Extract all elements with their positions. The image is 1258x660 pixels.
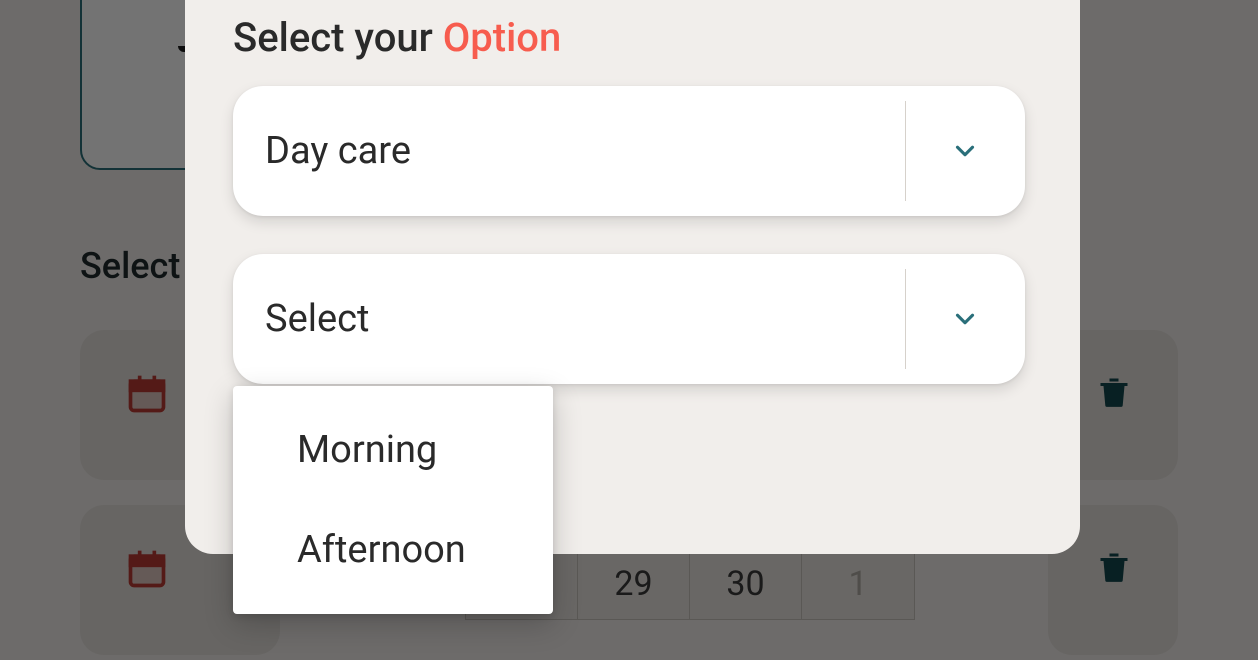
heading-accent: Option [443, 14, 562, 61]
modal-heading: Select your Option [233, 14, 561, 61]
chevron-down-icon [905, 254, 1025, 384]
dropdown-option-morning[interactable]: Morning [233, 400, 553, 500]
time-select-value: Select [233, 297, 905, 341]
option-modal: Select your Option Day care Select Morni… [185, 0, 1080, 554]
dropdown-option-afternoon[interactable]: Afternoon [233, 500, 553, 600]
service-select-value: Day care [233, 129, 905, 173]
service-select[interactable]: Day care [233, 86, 1025, 216]
heading-prefix: Select your [233, 14, 443, 61]
time-select-dropdown: Morning Afternoon [233, 386, 553, 614]
chevron-down-icon [905, 86, 1025, 216]
time-select[interactable]: Select [233, 254, 1025, 384]
